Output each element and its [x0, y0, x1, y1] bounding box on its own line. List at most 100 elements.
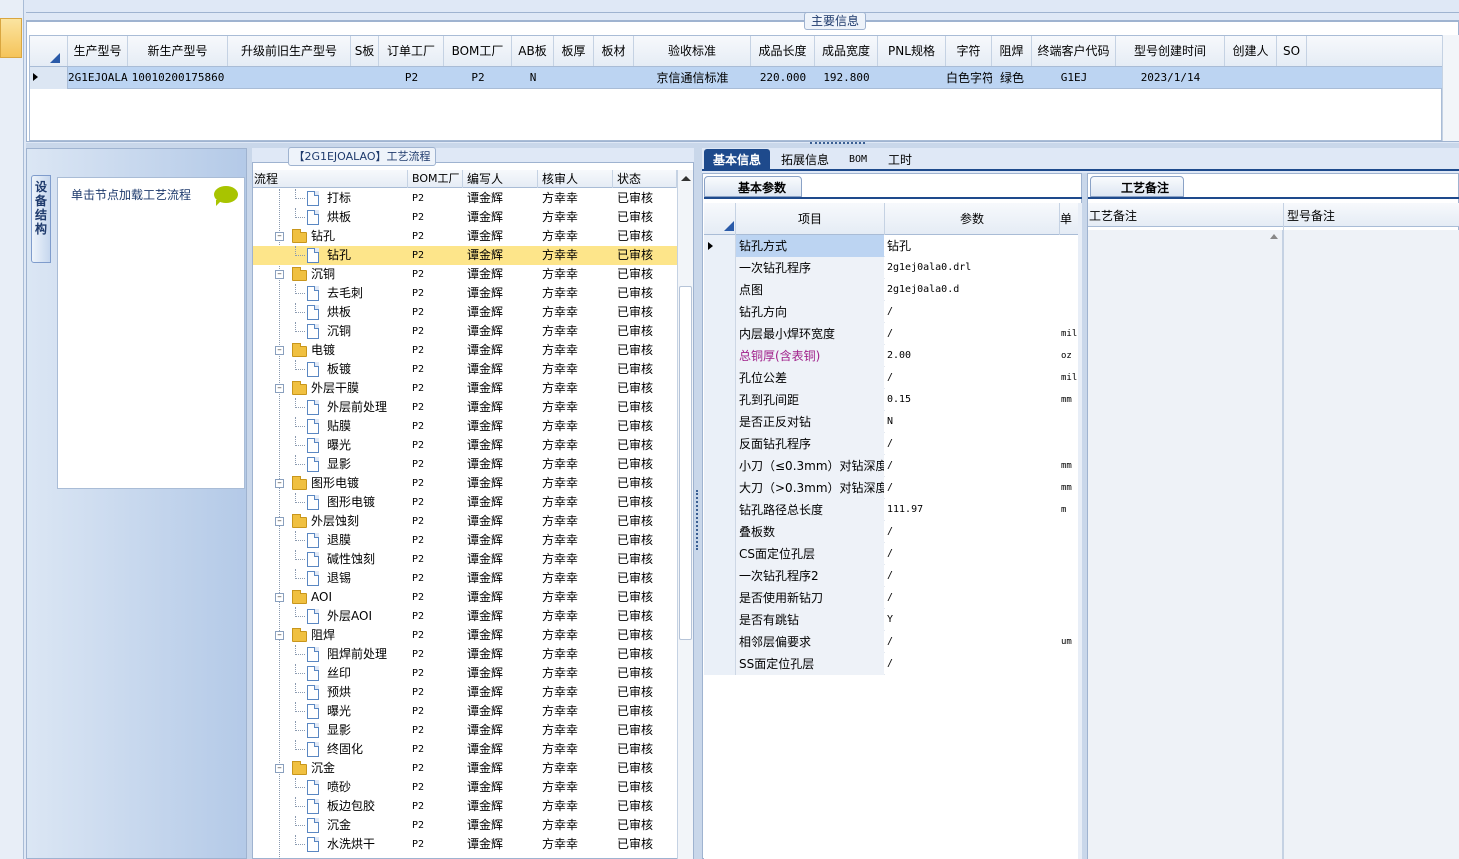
flow-col-header[interactable]: 流程 [253, 170, 408, 188]
flow-tree-row[interactable]: 钻孔 P2 谭金辉 方幸幸 已审核 [253, 246, 677, 265]
flow-step-node[interactable]: 钻孔 [253, 246, 408, 265]
flow-tree-row[interactable]: 外层前处理 P2 谭金辉 方幸幸 已审核 [253, 398, 677, 417]
main-col-header[interactable]: AB板 [512, 36, 554, 66]
param-row[interactable]: 内层最小焊环宽度 / mil [704, 323, 1078, 345]
flow-step-node[interactable]: 曝光 [253, 436, 408, 455]
params-col-unit[interactable]: 单 [1060, 203, 1078, 235]
main-col-header[interactable]: 阻焊 [992, 36, 1032, 66]
flow-group-node[interactable]: – 外层干膜 [253, 379, 408, 398]
flow-step-node[interactable]: 显影 [253, 721, 408, 740]
main-col-header[interactable]: 字符 [946, 36, 992, 66]
main-row-cell[interactable] [1225, 67, 1277, 89]
flow-step-node[interactable]: 贴膜 [253, 417, 408, 436]
param-row-indicator[interactable] [704, 477, 736, 499]
flow-tree-row[interactable]: 去毛刺 P2 谭金辉 方幸幸 已审核 [253, 284, 677, 303]
param-row-indicator[interactable] [704, 521, 736, 543]
main-col-header[interactable]: 终端客户代码 [1032, 36, 1116, 66]
flow-tree-row[interactable]: 板镀 P2 谭金辉 方幸幸 已审核 [253, 360, 677, 379]
param-row-indicator[interactable] [704, 323, 736, 345]
main-col-header[interactable]: PNL规格 [878, 36, 946, 66]
main-col-header[interactable]: BOM工厂 [444, 36, 512, 66]
detail-tab-3[interactable]: 工时 [878, 149, 922, 171]
param-row-indicator[interactable] [704, 257, 736, 279]
flow-step-node[interactable]: 阻焊前处理 [253, 645, 408, 664]
param-value[interactable]: / [885, 631, 1060, 653]
flow-col-header[interactable]: BOM工厂 [408, 170, 463, 188]
main-col-header[interactable]: 创建人 [1225, 36, 1277, 66]
param-row-indicator[interactable] [704, 631, 736, 653]
param-row[interactable]: 叠板数 / [704, 521, 1078, 543]
param-row-indicator[interactable] [704, 499, 736, 521]
flow-step-node[interactable]: 退锡 [253, 569, 408, 588]
param-row[interactable]: 相邻层偏要求 / um [704, 631, 1078, 653]
flow-tree-row[interactable]: 显影 P2 谭金辉 方幸幸 已审核 [253, 721, 677, 740]
param-row[interactable]: 钻孔方向 / [704, 301, 1078, 323]
flow-step-node[interactable]: 碱性蚀刻 [253, 550, 408, 569]
detail-tab-0[interactable]: 基本信息 [704, 149, 770, 171]
param-value[interactable]: 2.00 [885, 345, 1060, 367]
flow-tree-row[interactable]: – 钻孔 P2 谭金辉 方幸幸 已审核 [253, 227, 677, 246]
flow-tree-row[interactable]: 沉金 P2 谭金辉 方幸幸 已审核 [253, 816, 677, 835]
flow-tree-row[interactable]: 退膜 P2 谭金辉 方幸幸 已审核 [253, 531, 677, 550]
detail-tab-2[interactable]: BOM [838, 149, 878, 171]
main-col-header[interactable]: 型号创建时间 [1116, 36, 1225, 66]
collapse-icon[interactable]: – [275, 384, 284, 393]
flow-group-node[interactable]: – 沉铜 [253, 265, 408, 284]
flow-tree-row[interactable]: 阻焊前处理 P2 谭金辉 方幸幸 已审核 [253, 645, 677, 664]
main-row-cell[interactable] [351, 67, 379, 89]
main-grid-row[interactable]: 2G1EJOALAO 10010200175860 P2 P2 N 京信通信标准 220.0… [30, 67, 1443, 89]
main-row-cell[interactable]: P2 [379, 67, 444, 89]
main-col-header[interactable]: 生产型号 [68, 36, 128, 66]
main-col-header[interactable]: 新生产型号 [128, 36, 228, 66]
param-value[interactable]: / [885, 587, 1060, 609]
main-col-header[interactable]: 验收标准 [634, 36, 751, 66]
flow-tree-row[interactable]: – 外层蚀刻 P2 谭金辉 方幸幸 已审核 [253, 512, 677, 531]
flow-tree-row[interactable]: 曝光 P2 谭金辉 方幸幸 已审核 [253, 702, 677, 721]
param-row[interactable]: 孔位公差 / mil [704, 367, 1078, 389]
param-row[interactable]: 总铜厚(含表铜) 2.00 oz [704, 345, 1078, 367]
params-col-value[interactable]: 参数 [885, 203, 1060, 235]
flow-tree-row[interactable]: 喷砂 P2 谭金辉 方幸幸 已审核 [253, 778, 677, 797]
flow-tree-row[interactable]: 曝光 P2 谭金辉 方幸幸 已审核 [253, 436, 677, 455]
remark-scroll-up-icon[interactable] [1270, 234, 1278, 239]
param-row-indicator[interactable] [704, 609, 736, 631]
flow-tree-row[interactable]: 烘板 P2 谭金辉 方幸幸 已审核 [253, 303, 677, 322]
main-row-cell[interactable] [594, 67, 634, 89]
flow-step-node[interactable]: 曝光 [253, 702, 408, 721]
scroll-up-icon[interactable] [681, 176, 691, 181]
flow-tree-row[interactable]: 打标 P2 谭金辉 方幸幸 已审核 [253, 189, 677, 208]
flow-step-node[interactable]: 喷砂 [253, 778, 408, 797]
param-value[interactable]: / [885, 433, 1060, 455]
main-vertical-scrollbar[interactable] [1442, 35, 1459, 141]
flow-step-node[interactable]: 终固化 [253, 740, 408, 759]
flow-col-header[interactable]: 状态 [613, 170, 677, 188]
process-flow-scrollbar[interactable] [677, 170, 693, 859]
main-row-cell[interactable] [878, 67, 946, 89]
main-row-cell[interactable]: P2 [444, 67, 512, 89]
collapse-icon[interactable]: – [275, 346, 284, 355]
param-row[interactable]: 钻孔方式 钻孔 [704, 235, 1078, 257]
flow-tree-row[interactable]: – AOI P2 谭金辉 方幸幸 已审核 [253, 588, 677, 607]
flow-tree-row[interactable]: – 电镀 P2 谭金辉 方幸幸 已审核 [253, 341, 677, 360]
flow-step-node[interactable]: 打标 [253, 189, 408, 208]
param-row-indicator[interactable] [704, 587, 736, 609]
model-remark-area[interactable] [1284, 230, 1459, 859]
flow-tree-row[interactable]: – 阻焊 P2 谭金辉 方幸幸 已审核 [253, 626, 677, 645]
param-row[interactable]: 小刀（≤0.3mm）对钻深度 / mm [704, 455, 1078, 477]
flow-group-node[interactable]: – 图形电镀 [253, 474, 408, 493]
scroll-thumb[interactable] [679, 286, 692, 640]
param-row[interactable]: 反面钻孔程序 / [704, 433, 1078, 455]
param-value[interactable]: Y [885, 609, 1060, 631]
flow-tree-row[interactable]: – 沉金 P2 谭金辉 方幸幸 已审核 [253, 759, 677, 778]
param-value[interactable]: / [885, 653, 1060, 675]
main-col-header[interactable]: 板厚 [554, 36, 594, 66]
flow-tree-row[interactable]: – 外层干膜 P2 谭金辉 方幸幸 已审核 [253, 379, 677, 398]
collapse-icon[interactable]: – [275, 479, 284, 488]
param-value[interactable]: / [885, 565, 1060, 587]
param-row[interactable]: 点图 2g1ej0ala0.d [704, 279, 1078, 301]
param-row[interactable]: 是否有跳钻 Y [704, 609, 1078, 631]
flow-step-node[interactable]: 水洗烘干 [253, 835, 408, 854]
flow-tree-row[interactable]: 碱性蚀刻 P2 谭金辉 方幸幸 已审核 [253, 550, 677, 569]
param-value[interactable]: 2g1ej0ala0.drl [885, 257, 1060, 279]
collapse-icon[interactable]: – [275, 232, 284, 241]
